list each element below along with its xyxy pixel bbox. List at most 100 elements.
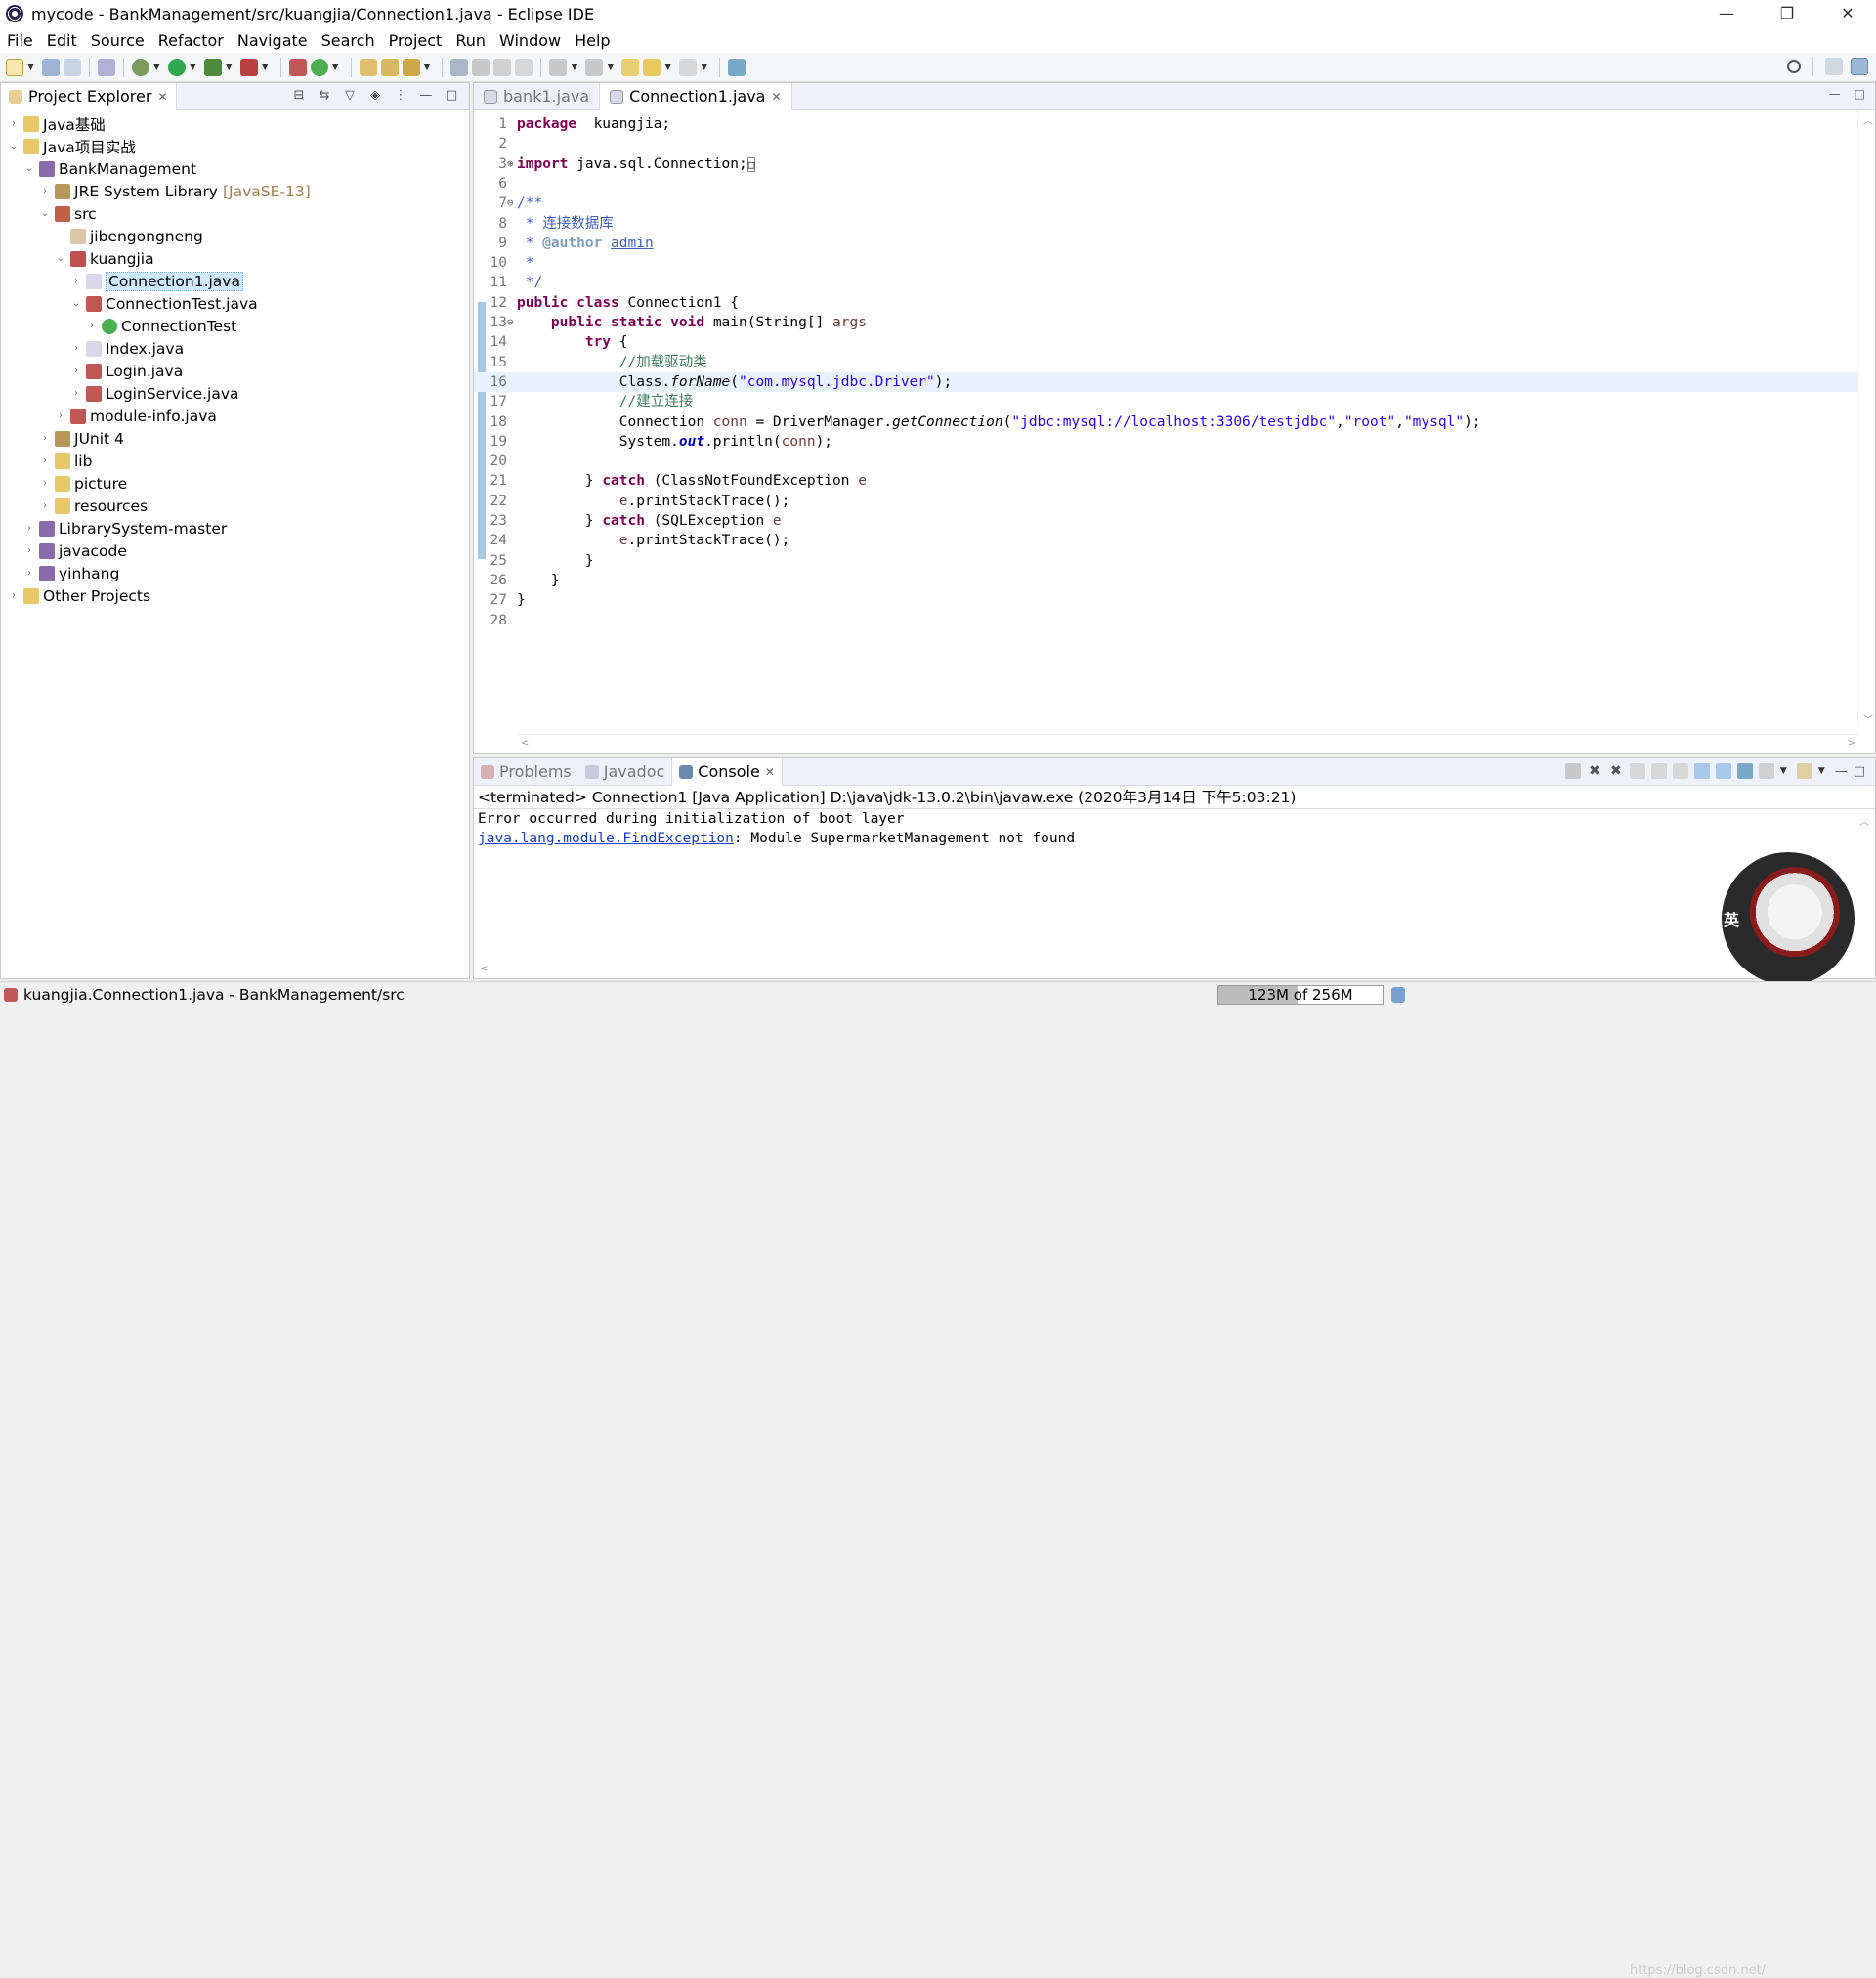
show-whitespace-icon[interactable] [515,58,533,76]
tree-item[interactable]: › yinhang [1,562,469,584]
tree-item[interactable]: ⌄ ConnectionTest.java [1,292,469,315]
next-annotation-dropdown-icon[interactable]: ▼ [571,63,577,72]
scroll-lock-icon[interactable] [1650,763,1667,779]
chevron-right-icon[interactable]: › [54,410,67,421]
tree-item[interactable]: › Java基础 [1,112,469,135]
new-java-class-icon[interactable] [310,58,328,76]
chevron-right-icon[interactable]: › [85,321,99,331]
new-java-package-icon[interactable] [288,58,307,76]
scroll-down-icon[interactable]: ﹀ [1863,711,1873,726]
tree-item[interactable]: jibengongneng [1,225,469,247]
tab-bank1-java[interactable]: bank1.java [474,83,599,110]
tree-item[interactable]: ⌄ kuangjia [1,247,469,270]
maximize-editor-icon[interactable]: □ [1855,87,1865,101]
skip-breakpoints-icon[interactable] [97,58,115,76]
chevron-right-icon[interactable]: › [38,478,52,489]
chevron-down-icon[interactable]: ⌄ [54,253,67,264]
scroll-left-icon[interactable]: < [521,738,529,749]
word-wrap-icon[interactable] [1672,763,1688,779]
open-console-icon[interactable] [1796,763,1812,779]
view-menu-icon[interactable]: ⋮ [393,88,408,104]
collapse-fold-icon[interactable]: ⊖ [507,313,517,332]
tree-item[interactable]: › LibrarySystem-master [1,517,469,539]
console-scroll-left-icon[interactable]: < [480,964,488,974]
coverage-dropdown-icon[interactable]: ▼ [226,63,233,72]
minimize-console-icon[interactable]: — [1835,764,1848,779]
menu-navigate[interactable]: Navigate [231,31,315,50]
close-tab-icon[interactable]: ✕ [157,90,167,104]
tree-item[interactable]: › Index.java [1,337,469,360]
chevron-right-icon[interactable]: › [22,545,36,556]
block-selection-icon[interactable] [493,58,512,76]
collapse-all-icon[interactable]: ⊟ [291,88,307,104]
chevron-right-icon[interactable]: › [69,343,83,354]
tree-item[interactable]: › picture [1,472,469,494]
last-edit-location-icon[interactable] [621,58,640,76]
open-task-icon[interactable] [380,58,399,76]
expand-fold-icon[interactable]: ⊕ [507,154,517,174]
tree-item[interactable]: › javacode [1,539,469,562]
display-selected-console-icon[interactable] [1758,763,1774,779]
forward-dropdown-icon[interactable]: ▼ [701,63,707,72]
tree-item[interactable]: › JUnit 4 [1,427,469,450]
tree-item[interactable]: › ConnectionTest [1,315,469,337]
java-perspective-icon[interactable] [1851,58,1868,75]
tree-item[interactable]: › module-info.java [1,405,469,427]
close-tab-icon[interactable]: ✕ [765,765,775,779]
chevron-right-icon[interactable]: › [69,276,83,286]
tree-item[interactable]: › LoginService.java [1,382,469,405]
minimize-button[interactable]: — [1698,0,1755,27]
maximize-console-icon[interactable]: □ [1854,764,1865,779]
tree-item[interactable]: ⌄ Java项目实战 [1,135,469,157]
heap-status[interactable]: 123M of 256M [1217,985,1384,1005]
chevron-right-icon[interactable]: › [7,118,21,129]
remove-all-terminated-icon[interactable]: ✖ [1608,763,1624,779]
chevron-right-icon[interactable]: › [69,366,83,376]
chevron-right-icon[interactable]: › [7,590,21,601]
menu-help[interactable]: Help [568,31,617,50]
pin-console-icon[interactable] [1736,763,1753,779]
chevron-down-icon[interactable]: ⌄ [38,208,52,219]
focus-on-active-task-icon[interactable]: ◈ [367,88,383,104]
tree-item[interactable]: › Other Projects [1,584,469,607]
new-class-dropdown-icon[interactable]: ▼ [332,63,339,72]
scroll-right-icon[interactable]: > [1848,738,1855,749]
minimize-view-icon[interactable]: — [418,88,434,104]
run-icon[interactable] [167,58,186,76]
chevron-down-icon[interactable]: ⌄ [7,141,21,151]
new-icon[interactable] [6,58,23,76]
editor-horizontal-scrollbar[interactable]: < > [517,734,1859,753]
chevron-right-icon[interactable]: › [38,455,52,466]
save-all-icon[interactable] [63,58,81,76]
close-tab-icon[interactable]: ✕ [771,90,781,104]
tree-item[interactable]: › lib [1,450,469,472]
pin-editor-icon[interactable] [728,58,746,76]
menu-window[interactable]: Window [492,31,568,50]
chevron-down-icon[interactable]: ⌄ [69,298,83,309]
terminate-icon[interactable] [1564,763,1581,779]
tree-item[interactable]: › resources [1,494,469,517]
tab-console[interactable]: Console ✕ [671,757,783,786]
toggle-breadcrumb-icon[interactable] [472,58,490,76]
search-dropdown-icon[interactable]: ▼ [424,63,431,72]
link-with-editor-icon[interactable]: ⇆ [317,88,332,104]
menu-file[interactable]: File [0,31,40,50]
console-output[interactable]: Error occurred during initialization of … [474,809,1875,848]
menu-run[interactable]: Run [448,31,492,50]
chevron-right-icon[interactable]: › [38,500,52,511]
chevron-right-icon[interactable]: › [38,433,52,444]
chevron-down-icon[interactable]: ⌄ [22,163,36,174]
tab-connection1-java[interactable]: Connection1.java ✕ [599,82,792,110]
menu-source[interactable]: Source [84,31,151,50]
external-tools-dropdown-icon[interactable]: ▼ [262,63,269,72]
filter-icon[interactable]: ▽ [342,88,358,104]
search-icon[interactable] [1787,60,1801,73]
tab-problems[interactable]: Problems [474,758,578,786]
chevron-right-icon[interactable]: › [22,523,36,534]
chevron-right-icon[interactable]: › [69,388,83,399]
run-dropdown-icon[interactable]: ▼ [190,63,196,72]
menu-search[interactable]: Search [315,31,382,50]
new-dropdown-icon[interactable]: ▼ [27,63,34,72]
collapse-fold-icon[interactable]: ⊖ [507,194,517,213]
tab-project-explorer[interactable]: Project Explorer ✕ [1,82,177,110]
